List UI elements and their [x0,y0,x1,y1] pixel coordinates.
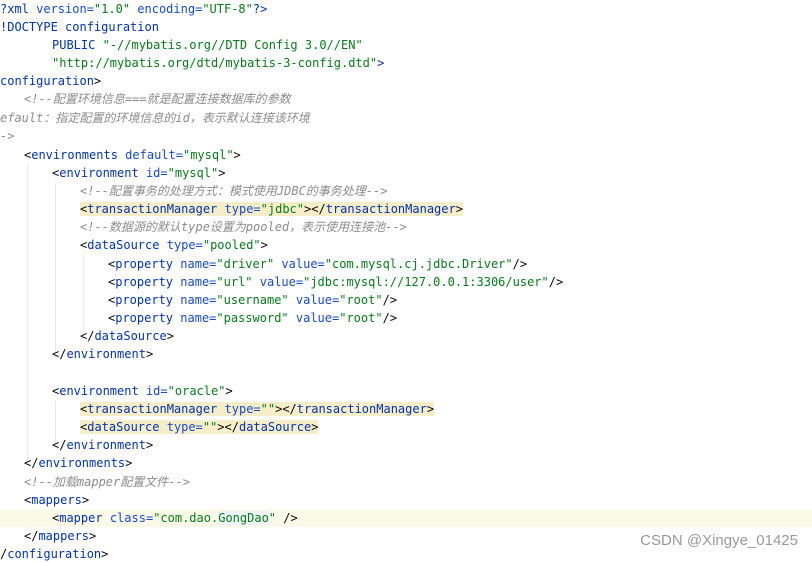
matched-tag-highlight: <transactionManager type=""></transactio… [80,402,435,416]
code-line[interactable]: <environment id="mysql"> [0,164,812,182]
code-line[interactable]: <environment id="oracle"> [0,382,812,400]
code-line[interactable]: <environments default="mysql"> [0,146,812,164]
code-line[interactable]: <property name="driver" value="com.mysql… [0,255,812,273]
code-line[interactable]: -> [0,127,812,145]
code-line[interactable]: <property name="password" value="root"/> [0,309,812,327]
class-name-reference[interactable]: GongDao [218,511,269,525]
code-line[interactable]: <!--配置事务的处理方式：模式使用JDBC的事务处理--> [0,182,812,200]
code-line[interactable]: </dataSource> [0,327,812,345]
code-editor[interactable]: ?xml version="1.0" encoding="UTF-8"?> !D… [0,0,812,561]
code-line[interactable]: </environment> [0,436,812,454]
matched-tag-highlight: <dataSource type=""></dataSource> [80,420,319,434]
code-line[interactable]: </environment> [0,345,812,363]
code-line[interactable]: ?xml version="1.0" encoding="UTF-8"?> [0,0,812,18]
current-line[interactable]: <mapper class="com.dao.GongDao" /> [0,509,812,527]
code-line[interactable]: <transactionManager type="jdbc"></transa… [0,200,812,218]
code-line[interactable]: efault：指定配置的环境信息的id，表示默认连接该环境 [0,109,812,127]
code-line[interactable]: <property name="username" value="root"/> [0,291,812,309]
code-line[interactable]: <!--数据源的默认type设置为pooled，表示使用连接池--> [0,218,812,236]
code-line[interactable]: <mappers> [0,491,812,509]
code-line[interactable]: "http://mybatis.org/dtd/mybatis-3-config… [0,54,812,72]
code-line[interactable]: </environments> [0,454,812,472]
watermark: CSDN @Xingye_01425 [640,532,798,549]
code-line[interactable]: configuration> [0,72,812,90]
code-line[interactable]: <transactionManager type=""></transactio… [0,400,812,418]
code-line[interactable]: <dataSource type=""></dataSource> [0,418,812,436]
code-line[interactable]: <!--加载mapper配置文件--> [0,473,812,491]
code-line[interactable]: PUBLIC "-//mybatis.org//DTD Config 3.0//… [0,36,812,54]
code-line[interactable]: <!--配置环境信息===就是配置连接数据库的参数 [0,90,812,108]
code-line[interactable]: !DOCTYPE configuration [0,18,812,36]
code-line[interactable]: <dataSource type="pooled"> [0,236,812,254]
matched-tag-highlight: <transactionManager type="jdbc"></transa… [80,202,463,216]
code-line[interactable]: <property name="url" value="jdbc:mysql:/… [0,273,812,291]
